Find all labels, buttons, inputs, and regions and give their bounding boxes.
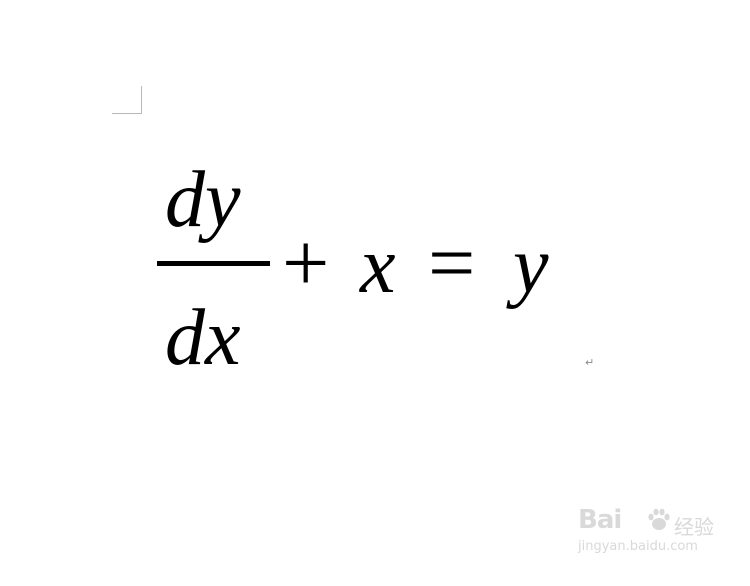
paw-icon [648,508,670,530]
plus-operator: + [282,217,330,310]
fraction-denominator: dx [165,294,241,382]
watermark: Bai 经验 jingyan.baidu.com [578,505,718,565]
variable-x: x [360,222,396,310]
watermark-brand: Bai [578,505,622,535]
equals-operator: = [428,217,476,310]
document-page: dy dx + x = y ↵ Bai 经验 jingyan.baidu.com [0,0,750,586]
equation: dy dx + x = y [0,0,750,586]
watermark-url: jingyan.baidu.com [578,539,698,554]
watermark-suffix: 经验 [674,515,714,539]
variable-y: y [513,222,549,310]
fraction-numerator: dy [165,156,241,244]
fraction-bar [157,261,270,266]
paragraph-mark-icon: ↵ [585,356,595,369]
